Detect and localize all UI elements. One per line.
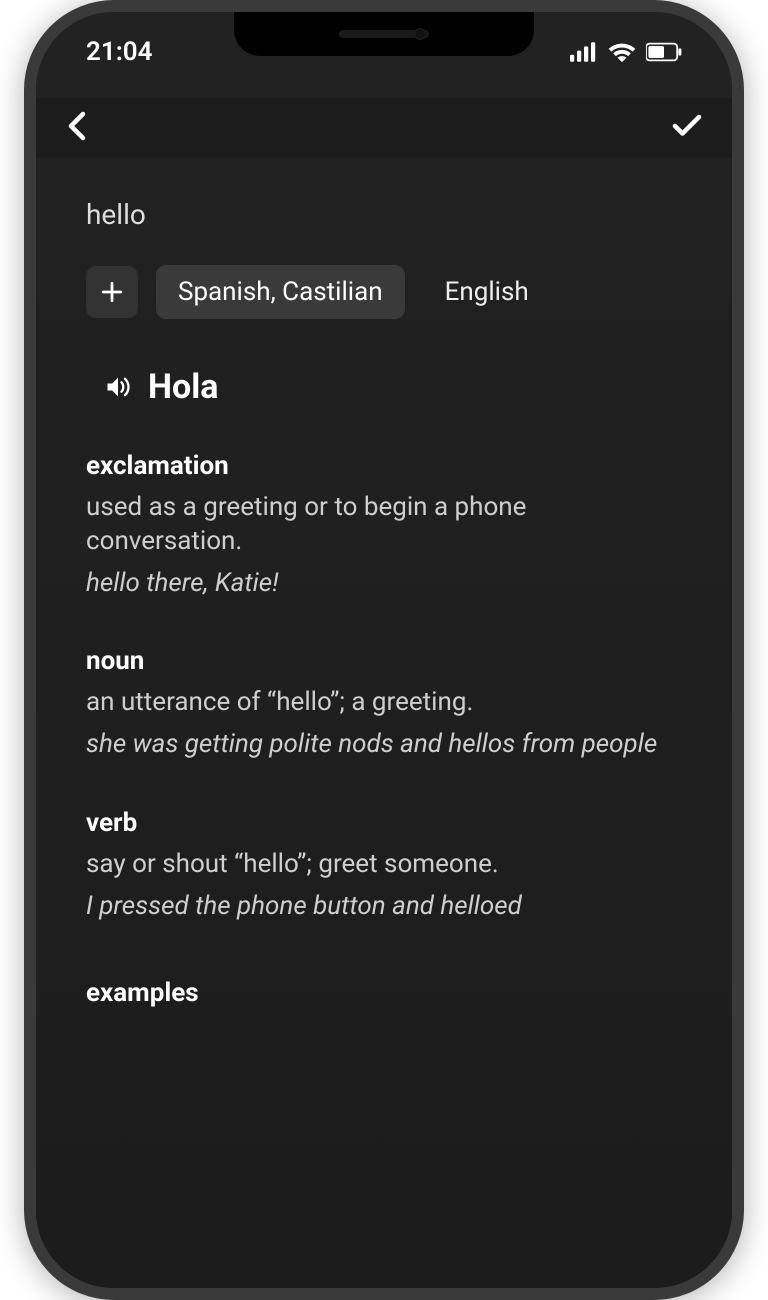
definition-block: noun an utterance of “hello”; a greeting…: [86, 646, 682, 762]
volume-up-button: [24, 342, 26, 452]
definition-example: she was getting polite nods and hellos f…: [86, 728, 682, 762]
part-of-speech: verb: [86, 808, 682, 838]
status-icons: [570, 41, 682, 63]
translation-word: Hola: [148, 367, 218, 407]
notch: [234, 12, 534, 56]
language-row: Spanish, Castilian English: [86, 265, 682, 319]
mute-switch: [24, 252, 26, 312]
power-button: [742, 332, 744, 482]
battery-icon: [646, 42, 682, 62]
content: hello Spanish, Castilian English: [36, 158, 732, 1008]
language-tab-inactive[interactable]: English: [423, 265, 551, 319]
definition-text: say or shout “hello”; greet someone.: [86, 848, 682, 882]
source-word: hello: [86, 198, 682, 231]
speaker-icon: [104, 373, 132, 401]
examples-section-header: examples: [86, 978, 682, 1008]
part-of-speech: exclamation: [86, 451, 682, 481]
back-button[interactable]: [66, 111, 88, 145]
front-camera: [414, 28, 426, 40]
definition-example: hello there, Katie!: [86, 567, 682, 601]
definition-text: an utterance of “hello”; a greeting.: [86, 686, 682, 720]
play-audio-button[interactable]: [104, 373, 132, 401]
cellular-icon: [570, 41, 598, 63]
language-tab-active[interactable]: Spanish, Castilian: [156, 265, 405, 319]
phone-frame: 21:04: [24, 0, 744, 1300]
confirm-button[interactable]: [672, 114, 702, 142]
definition-text: used as a greeting or to begin a phone c…: [86, 491, 682, 559]
check-icon: [672, 114, 702, 138]
status-time: 21:04: [86, 37, 153, 67]
definition-block: exclamation used as a greeting or to beg…: [86, 451, 682, 600]
definition-block: verb say or shout “hello”; greet someone…: [86, 808, 682, 924]
plus-icon: [101, 281, 123, 303]
volume-down-button: [24, 472, 26, 582]
add-language-button[interactable]: [86, 266, 138, 318]
screen: 21:04: [36, 12, 732, 1288]
translation-row: Hola: [86, 357, 682, 437]
chevron-left-icon: [66, 111, 88, 141]
definition-example: I pressed the phone button and helloed: [86, 890, 682, 924]
part-of-speech: noun: [86, 646, 682, 676]
wifi-icon: [608, 41, 636, 63]
nav-bar: [36, 98, 732, 158]
